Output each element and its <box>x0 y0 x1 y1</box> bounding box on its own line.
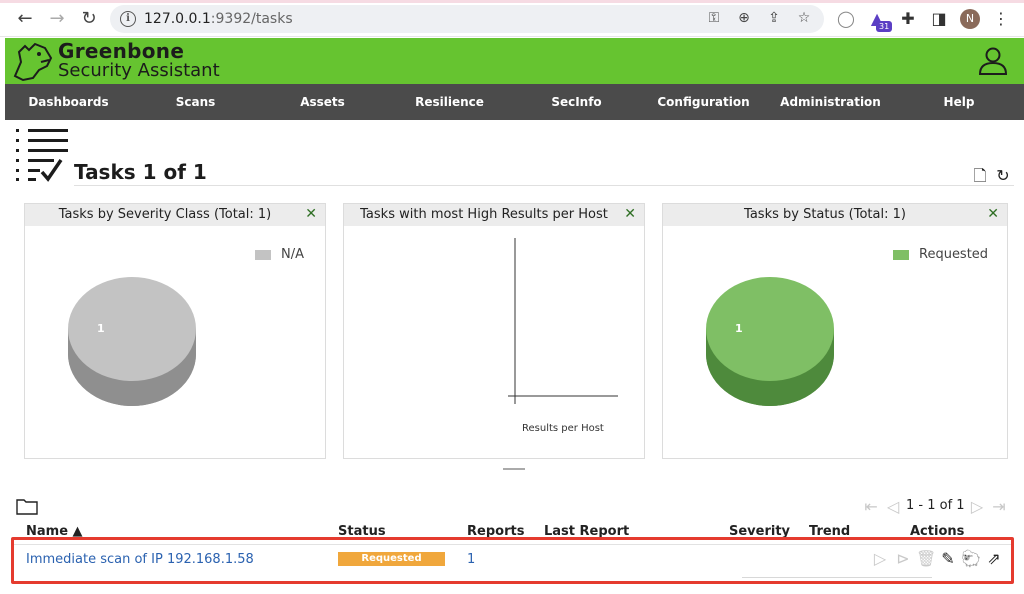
close-icon[interactable]: ✕ <box>305 206 317 222</box>
close-icon[interactable]: ✕ <box>987 206 999 222</box>
close-icon[interactable]: ✕ <box>624 206 636 222</box>
app-header: Greenbone Security Assistant <box>5 38 1024 84</box>
panel-title: Tasks by Severity Class (Total: 1) <box>58 207 272 222</box>
legend-swatch <box>893 250 909 260</box>
more-menu-icon[interactable]: ⋮ <box>990 8 1012 30</box>
panel-header[interactable]: Tasks by Status (Total: 1) ✕ <box>663 204 1007 226</box>
previous-page-icon[interactable]: ◁ <box>884 497 902 517</box>
panel-severity: Tasks by Severity Class (Total: 1) ✕ N/A… <box>24 203 326 459</box>
browser-toolbar: ← → ↻ i 127.0.0.1:9392/tasks ⚿ ⊕ ⇪ ☆ ◯ ▲… <box>0 0 1024 37</box>
highlighted-task-row <box>11 537 1014 584</box>
share-icon[interactable]: ⇪ <box>764 10 784 26</box>
brand-name-line2: Security Assistant <box>58 60 220 81</box>
extension-badge: 31 <box>876 21 893 32</box>
pie-slice-label: 1 <box>735 322 743 335</box>
pagination-text: 1 - 1 of 1 <box>906 498 965 513</box>
panel-high-results: Tasks with most High Results per Host ✕ … <box>343 203 645 459</box>
nav-resilience[interactable]: Resilience <box>386 84 513 120</box>
new-task-icon[interactable]: 🗋 <box>971 166 989 186</box>
task-list-icon <box>16 129 68 182</box>
legend-label: N/A <box>281 247 304 262</box>
nav-assets[interactable]: Assets <box>259 84 386 120</box>
user-menu-icon[interactable] <box>977 46 1009 76</box>
tab-strip-edge <box>0 0 1024 3</box>
panel-title: Tasks by Status (Total: 1) <box>744 207 906 222</box>
panel-header[interactable]: Tasks with most High Results per Host ✕ <box>344 204 644 226</box>
legend-swatch <box>255 250 271 260</box>
panel-title: Tasks with most High Results per Host <box>360 207 608 222</box>
next-page-icon[interactable]: ▷ <box>968 497 986 517</box>
status-pie-chart[interactable]: 1 <box>703 274 839 414</box>
panel-header[interactable]: Tasks by Severity Class (Total: 1) ✕ <box>25 204 325 226</box>
x-axis-label: Results per Host <box>522 423 604 434</box>
dashboard-resize-handle[interactable] <box>503 468 525 470</box>
folder-icon[interactable] <box>16 497 38 515</box>
panel-status: Tasks by Status (Total: 1) ✕ Requested 1 <box>662 203 1008 459</box>
address-bar[interactable]: i 127.0.0.1:9392/tasks ⚿ ⊕ ⇪ ☆ <box>110 5 824 33</box>
nav-secinfo[interactable]: SecInfo <box>513 84 640 120</box>
reload-icon[interactable]: ↻ <box>78 8 100 30</box>
bookmark-star-icon[interactable]: ☆ <box>794 10 814 26</box>
first-page-icon[interactable]: ⇤ <box>862 497 880 517</box>
page-title: Tasks 1 of 1 <box>74 160 207 184</box>
main-navigation: Dashboards Scans Assets Resilience SecIn… <box>5 84 1024 120</box>
greenbone-dog-logo-icon[interactable] <box>11 40 55 82</box>
nav-scans[interactable]: Scans <box>132 84 259 120</box>
key-icon[interactable]: ⚿ <box>704 10 724 26</box>
back-icon[interactable]: ← <box>14 8 36 30</box>
profile-avatar[interactable]: N <box>960 9 980 29</box>
nav-administration[interactable]: Administration <box>767 84 894 120</box>
last-page-icon[interactable]: ⇥ <box>990 497 1008 517</box>
nav-configuration[interactable]: Configuration <box>640 84 767 120</box>
zoom-icon[interactable]: ⊕ <box>734 10 754 26</box>
nav-dashboards[interactable]: Dashboards <box>5 84 132 120</box>
reload-dashboard-icon[interactable]: ↻ <box>994 166 1012 186</box>
forward-icon[interactable]: → <box>46 8 68 30</box>
extension-circle-icon[interactable]: ◯ <box>835 8 857 30</box>
nav-help[interactable]: Help <box>894 84 1024 120</box>
legend-label: Requested <box>919 247 989 262</box>
title-divider <box>74 185 1014 186</box>
pie-slice-label: 1 <box>97 322 105 335</box>
severity-pie-chart[interactable]: 1 <box>65 274 201 414</box>
puzzle-icon[interactable]: ✚ <box>897 8 919 30</box>
url-text[interactable]: 127.0.0.1:9392/tasks <box>144 11 293 27</box>
side-panel-icon[interactable]: ◨ <box>928 8 950 30</box>
site-info-icon[interactable]: i <box>120 11 136 27</box>
